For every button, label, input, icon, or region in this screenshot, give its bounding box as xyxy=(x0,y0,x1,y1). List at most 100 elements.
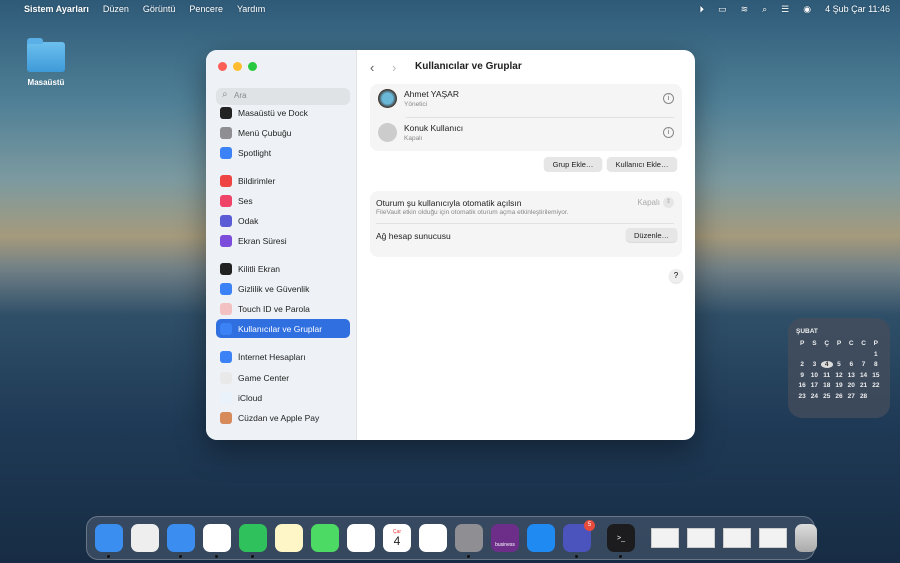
calendar-day[interactable]: 8 xyxy=(870,361,882,368)
menu-duzen[interactable]: Düzen xyxy=(103,4,129,14)
calendar-day[interactable]: 10 xyxy=(808,372,820,379)
calendar-day[interactable]: 11 xyxy=(821,372,833,379)
forward-button[interactable]: › xyxy=(392,60,396,75)
login-card: Oturum şu kullanıcıyla otomatik açılsın … xyxy=(370,191,682,257)
dock-app-app-store[interactable] xyxy=(527,524,555,552)
search-icon[interactable]: ⌕ xyxy=(762,4,767,15)
autologin-select[interactable]: Kapalı xyxy=(637,198,660,207)
dock-app-business[interactable]: business xyxy=(491,524,519,552)
sidebar-item[interactable]: iCloud xyxy=(216,388,350,407)
dock-app-sistem-ayarları[interactable] xyxy=(455,524,483,558)
calendar-day[interactable]: 16 xyxy=(796,382,808,389)
sidebar-item-icon xyxy=(220,234,232,247)
sidebar-item[interactable]: Masaüstü ve Dock xyxy=(216,103,350,122)
menu-yardim[interactable]: Yardım xyxy=(237,4,265,14)
dock-app-whatsapp[interactable] xyxy=(239,524,267,558)
calendar-day[interactable]: 21 xyxy=(857,382,869,389)
sidebar-item[interactable]: Game Center xyxy=(216,368,350,387)
guest-avatar xyxy=(378,123,397,142)
wifi-icon[interactable]: ≋ xyxy=(741,4,749,15)
minimized-window[interactable] xyxy=(651,528,679,548)
dock-app-terminal[interactable]: >_ xyxy=(607,524,635,558)
add-user-button[interactable]: Kullanıcı Ekle… xyxy=(607,157,677,171)
sidebar-item[interactable]: Menü Çubuğu xyxy=(216,123,350,142)
trash-icon[interactable] xyxy=(795,524,817,552)
calendar-day[interactable]: 15 xyxy=(870,372,882,379)
calendar-day[interactable]: 19 xyxy=(833,382,845,389)
dock-app-safari[interactable] xyxy=(167,524,195,558)
dock-app-teams[interactable]: 5 xyxy=(563,520,595,558)
calendar-day[interactable]: 5 xyxy=(833,361,845,368)
minimized-window[interactable] xyxy=(687,528,715,548)
dock-app-takvim[interactable]: Çar 4 xyxy=(383,524,411,552)
calendar-day[interactable]: 28 xyxy=(857,393,869,400)
calendar-day[interactable]: 20 xyxy=(845,382,857,389)
minimize-button[interactable] xyxy=(233,62,242,71)
battery-icon[interactable]: ▭ xyxy=(718,4,727,15)
calendar-day[interactable]: 14 xyxy=(857,372,869,379)
control-center-icon[interactable]: ☰ xyxy=(781,4,789,15)
menu-goruntu[interactable]: Görüntü xyxy=(143,4,176,14)
dock-app-finder[interactable] xyxy=(95,524,123,558)
menu-app[interactable]: Sistem Ayarları xyxy=(24,4,89,14)
dock-app-mesajlar[interactable] xyxy=(311,524,339,552)
calendar-day[interactable]: 4 xyxy=(820,361,833,368)
zoom-button[interactable] xyxy=(248,62,257,71)
calendar-day[interactable]: 24 xyxy=(808,393,820,400)
sidebar-item[interactable]: Odak xyxy=(216,211,350,230)
calendar-day[interactable]: 7 xyxy=(857,361,869,368)
play-icon[interactable]: ⏵ xyxy=(700,4,705,15)
sidebar-item[interactable]: Gizlilik ve Güvenlik xyxy=(216,279,350,298)
sidebar-item[interactable]: Kilitli Ekran xyxy=(216,259,350,278)
sidebar-item[interactable]: Ekran Süresi xyxy=(216,231,350,250)
chevron-updown-icon[interactable]: ⇕ xyxy=(663,197,674,208)
calendar-day[interactable]: 3 xyxy=(808,361,820,368)
calendar-day[interactable]: 22 xyxy=(870,382,882,389)
dock-app-anımsatıcılar[interactable] xyxy=(419,524,447,552)
edit-button[interactable]: Düzenle… xyxy=(626,228,677,242)
sidebar-item[interactable]: Kullanıcılar ve Gruplar xyxy=(216,319,350,338)
calendar-day[interactable]: 12 xyxy=(833,372,845,379)
sidebar-item[interactable]: Cüzdan ve Apple Pay xyxy=(216,408,350,427)
calendar-day[interactable]: 17 xyxy=(808,382,820,389)
siri-icon[interactable]: ◉ xyxy=(803,4,811,15)
minimized-window[interactable] xyxy=(759,528,787,548)
dock-app-notlar[interactable] xyxy=(275,524,303,552)
sidebar-item-label: iCloud xyxy=(238,392,263,403)
sidebar-item[interactable]: Spotlight xyxy=(216,143,350,162)
calendar-day[interactable]: 1 xyxy=(870,351,882,358)
calendar-day[interactable]: 18 xyxy=(821,382,833,389)
add-group-button[interactable]: Grup Ekle… xyxy=(544,157,602,171)
sidebar-item-label: Gizlilik ve Güvenlik xyxy=(238,283,310,294)
user-row[interactable]: Konuk Kullanıcı Kapalı i xyxy=(378,123,674,142)
minimized-window[interactable] xyxy=(723,528,751,548)
calendar-day[interactable]: 2 xyxy=(796,361,808,368)
close-button[interactable] xyxy=(218,62,227,71)
weekday: P xyxy=(836,340,842,347)
clock[interactable]: 4 Şub Çar 11:46 xyxy=(825,4,890,14)
info-icon[interactable]: i xyxy=(663,127,674,138)
dock-app-launchpad[interactable] xyxy=(131,524,159,552)
calendar-day[interactable]: 9 xyxy=(796,372,808,379)
menu-pencere[interactable]: Pencere xyxy=(189,4,223,14)
dock-app-chrome[interactable] xyxy=(203,524,231,558)
desktop-folder[interactable]: Masaüstü xyxy=(24,38,68,87)
user-row[interactable]: Ahmet YAŞAR Yönetici i xyxy=(378,89,674,108)
calendar-day[interactable]: 6 xyxy=(845,361,857,368)
sidebar-item[interactable]: Bildirimler xyxy=(216,171,350,190)
calendar-day[interactable]: 26 xyxy=(833,393,845,400)
dock-app-fotoğraflar[interactable] xyxy=(347,524,375,552)
calendar-day[interactable]: 23 xyxy=(796,393,808,400)
sidebar-item-icon xyxy=(220,411,232,424)
sidebar-item[interactable]: Touch ID ve Parola xyxy=(216,299,350,318)
sidebar-item-label: Ses xyxy=(238,195,253,206)
calendar-day[interactable]: 27 xyxy=(845,393,857,400)
info-icon[interactable]: i xyxy=(663,93,674,104)
calendar-day[interactable]: 13 xyxy=(845,372,857,379)
back-button[interactable]: ‹ xyxy=(370,60,374,75)
sidebar-item[interactable]: İnternet Hesapları xyxy=(216,347,350,366)
help-button[interactable]: ? xyxy=(669,269,683,283)
calendar-day[interactable]: 25 xyxy=(821,393,833,400)
sidebar-item[interactable]: Ses xyxy=(216,191,350,210)
calendar-widget[interactable]: ŞUBAT P S Ç P C C P 1 2 3 4 5 6 7 8 9 10 11 12 13 14 15 16 17 18… xyxy=(788,318,890,418)
